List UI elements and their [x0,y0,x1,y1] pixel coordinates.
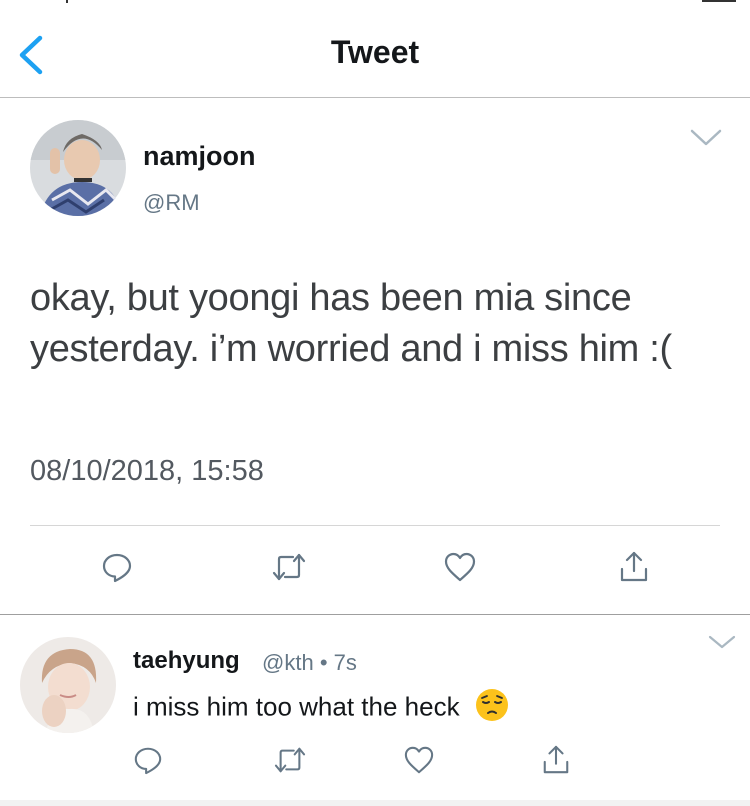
reply-reply-button[interactable] [128,740,168,780]
reply-time: 7s [333,650,357,675]
like-icon [404,746,434,774]
like-icon [444,552,476,582]
share-icon [543,745,569,774]
chevron-down-icon [690,129,722,146]
author-handle[interactable]: @RM [143,190,200,216]
retweet-button[interactable] [269,547,309,587]
reply-tweet[interactable]: taehyung @kth • 7s i miss him too what t… [0,615,750,806]
bottom-strip [0,800,750,806]
reply-like-button[interactable] [399,740,439,780]
author-avatar[interactable] [30,120,126,216]
retweet-icon [272,553,306,581]
reply-author-avatar[interactable] [20,637,116,733]
retweet-icon [274,747,306,773]
reply-icon [134,747,162,775]
author-name[interactable]: namjoon [143,141,256,172]
pensive-face-icon [475,688,509,729]
meta-separator: • [319,650,328,675]
reply-button[interactable] [97,547,137,587]
tweet-text: okay, but yoongi has been mia since yest… [30,277,672,370]
share-icon [620,551,648,582]
main-tweet: namjoon @RM okay, but yoongi has been mi… [0,98,750,614]
reply-retweet-button[interactable] [270,740,310,780]
reply-author-name[interactable]: taehyung [133,647,240,675]
reply-icon [102,553,132,583]
like-button[interactable] [440,547,480,587]
navigation-bar: Tweet [0,0,750,98]
page-title: Tweet [330,34,420,70]
reply-text: i miss him too what the heck [133,688,509,729]
reply-share-button[interactable] [536,740,576,780]
tweet-options-button[interactable] [690,129,722,147]
reply-options-button[interactable] [708,635,736,649]
chevron-down-icon [708,635,736,649]
reply-meta: @kth • 7s [262,650,357,676]
tweet-timestamp: 08/10/2018, 15:58 [30,455,264,487]
reply-author-handle[interactable]: @kth [262,650,314,675]
divider [30,525,720,526]
share-button[interactable] [614,547,654,587]
reply-text-content: i miss him too what the heck [133,691,460,722]
